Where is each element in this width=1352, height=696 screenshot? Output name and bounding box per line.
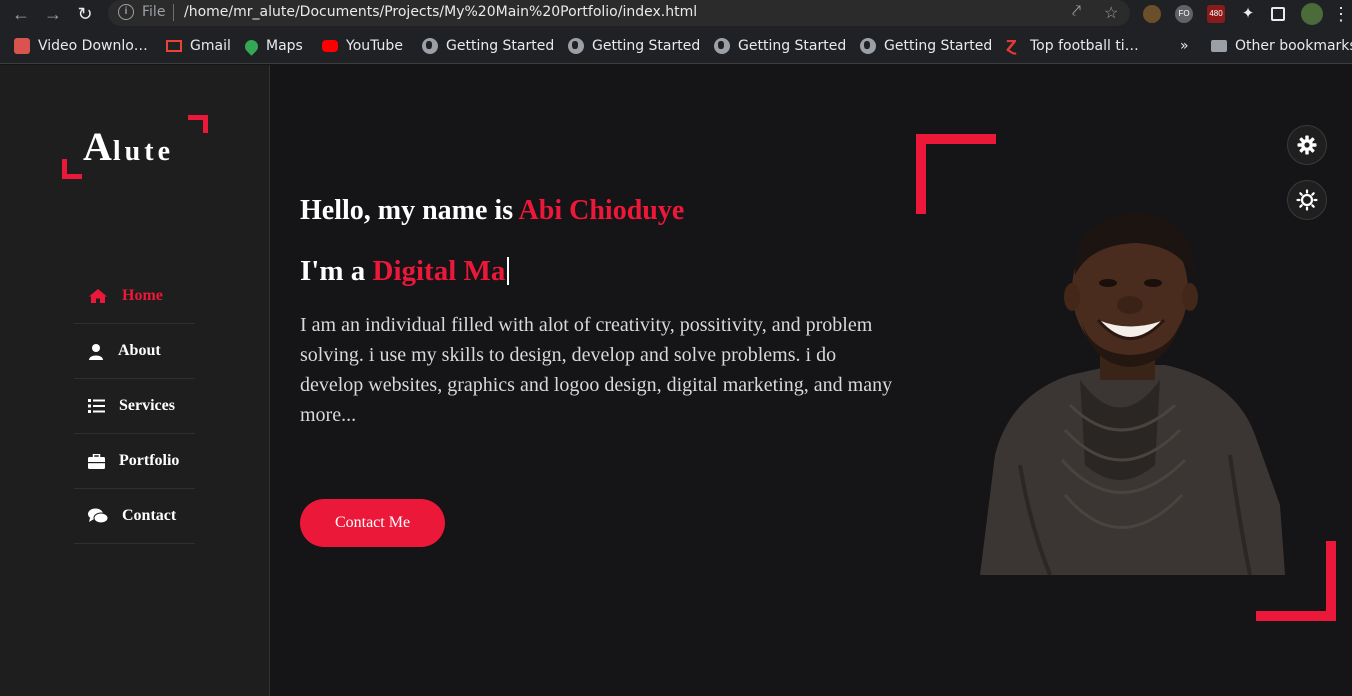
- nav-label: Services: [119, 397, 175, 414]
- settings-button[interactable]: [1287, 125, 1327, 165]
- list-icon: [88, 399, 105, 413]
- profile-photo: [980, 213, 1285, 575]
- browser-menu-icon[interactable]: ⋮: [1330, 3, 1352, 25]
- gmail-icon: [166, 40, 182, 52]
- youtube-icon: [322, 40, 338, 52]
- url-text[interactable]: /home/mr_alute/Documents/Projects/My%20M…: [184, 4, 697, 20]
- typing-cursor: [507, 257, 510, 285]
- url-separator: [173, 4, 174, 21]
- extensions-puzzle-icon[interactable]: ✦: [1239, 5, 1257, 23]
- bookmark-label: Video Downlo…: [38, 38, 148, 54]
- bookmark-getting-started[interactable]: Getting Started: [568, 36, 700, 56]
- bookmark-label: Getting Started: [884, 38, 993, 54]
- forward-arrow-icon[interactable]: →: [42, 3, 64, 25]
- bookmark-top-football[interactable]: Ɀ Top football ti…: [1006, 36, 1139, 56]
- bookmarks-bar: Video Downlo… Gmail Maps YouTube Getting…: [0, 28, 1352, 64]
- sidebar: Alute Home About Services Portfolio Cont…: [0, 65, 270, 696]
- hero-section: Hello, my name is Abi Chioduye I'm a Dig…: [270, 65, 1352, 696]
- url-scheme: File: [142, 4, 166, 20]
- share-icon[interactable]: ⤤: [1072, 3, 1081, 21]
- side-panel-icon[interactable]: [1271, 7, 1285, 21]
- profile-avatar[interactable]: [1301, 3, 1323, 25]
- contact-me-button[interactable]: Contact Me: [300, 499, 445, 547]
- football-icon: Ɀ: [1006, 37, 1017, 55]
- nav-label: Home: [122, 287, 163, 304]
- photo-frame-corner-top-left: [916, 134, 996, 214]
- folder-icon: [1211, 40, 1227, 52]
- bookmark-label: YouTube: [346, 38, 403, 54]
- bookmark-label: Gmail: [190, 38, 231, 54]
- bookmark-label: Top football ti…: [1030, 38, 1139, 54]
- nav-item-home[interactable]: Home: [74, 269, 195, 324]
- logo-rest: lute: [112, 136, 174, 167]
- hero-role: I'm a Digital Ma: [300, 255, 510, 288]
- bookmark-label: Maps: [266, 38, 303, 54]
- globe-icon: [422, 38, 438, 54]
- globe-icon: [714, 38, 730, 54]
- bookmark-youtube[interactable]: YouTube: [322, 36, 403, 56]
- extension-owl-icon[interactable]: [1143, 5, 1161, 23]
- globe-icon: [860, 38, 876, 54]
- user-icon: [89, 343, 103, 360]
- bookmark-label: Getting Started: [592, 38, 701, 54]
- bookmark-star-icon[interactable]: ☆: [1104, 3, 1118, 23]
- other-bookmarks-folder[interactable]: Other bookmarks: [1211, 36, 1352, 56]
- reload-icon[interactable]: ↻: [74, 3, 96, 25]
- nav-item-contact[interactable]: Contact: [74, 489, 195, 544]
- nav-item-about[interactable]: About: [74, 324, 195, 379]
- briefcase-icon: [88, 453, 105, 469]
- site-info-icon[interactable]: i: [118, 4, 134, 20]
- logo-text: Alute: [83, 123, 174, 170]
- logo-initial: A: [83, 124, 113, 169]
- address-bar[interactable]: i File /home/mr_alute/Documents/Projects…: [108, 0, 1130, 26]
- bookmark-label: Getting Started: [446, 38, 555, 54]
- nav-label: Portfolio: [119, 452, 180, 469]
- comments-icon: [88, 508, 108, 524]
- video-downloader-icon: [14, 38, 30, 54]
- maps-icon: [242, 36, 261, 56]
- site-logo[interactable]: Alute: [62, 115, 208, 179]
- role-typed-text: Digital Ma: [372, 255, 506, 287]
- logo-corner-accent: [188, 115, 208, 133]
- bookmark-getting-started[interactable]: Getting Started: [714, 36, 846, 56]
- home-icon: [89, 289, 107, 303]
- bookmark-video-downloader[interactable]: Video Downlo…: [14, 36, 148, 56]
- nav-label: Contact: [122, 507, 177, 524]
- extension-480-icon[interactable]: 480: [1207, 5, 1225, 23]
- back-arrow-icon[interactable]: ←: [10, 3, 32, 25]
- greeting-prefix: Hello, my name is: [300, 195, 519, 226]
- sun-icon: [1296, 189, 1318, 211]
- nav-item-services[interactable]: Services: [74, 379, 195, 434]
- bookmark-getting-started[interactable]: Getting Started: [860, 36, 992, 56]
- gear-icon: [1297, 135, 1317, 155]
- hero-bio: I am an individual filled with alot of c…: [300, 314, 893, 426]
- nav-label: About: [118, 342, 161, 359]
- bookmark-gmail[interactable]: Gmail: [166, 36, 231, 56]
- more-bookmarks-button[interactable]: »: [1180, 36, 1189, 56]
- bookmark-label: Other bookmarks: [1235, 38, 1352, 54]
- bookmark-getting-started[interactable]: Getting Started: [422, 36, 554, 56]
- logo-corner-accent: [62, 159, 82, 179]
- theme-toggle-button[interactable]: [1287, 180, 1327, 220]
- main-nav: Home About Services Portfolio Contact: [74, 269, 195, 544]
- bookmark-maps[interactable]: Maps: [242, 36, 303, 56]
- extension-fo-icon[interactable]: FO: [1175, 5, 1193, 23]
- role-prefix: I'm a: [300, 255, 373, 287]
- nav-item-portfolio[interactable]: Portfolio: [74, 434, 195, 489]
- bookmark-label: Getting Started: [738, 38, 847, 54]
- globe-icon: [568, 38, 584, 54]
- hero-name: Abi Chioduye: [518, 195, 685, 226]
- hero-greeting: Hello, my name is Abi Chioduye: [300, 195, 684, 227]
- browser-toolbar: ← → ↻ i File /home/mr_alute/Documents/Pr…: [0, 0, 1352, 28]
